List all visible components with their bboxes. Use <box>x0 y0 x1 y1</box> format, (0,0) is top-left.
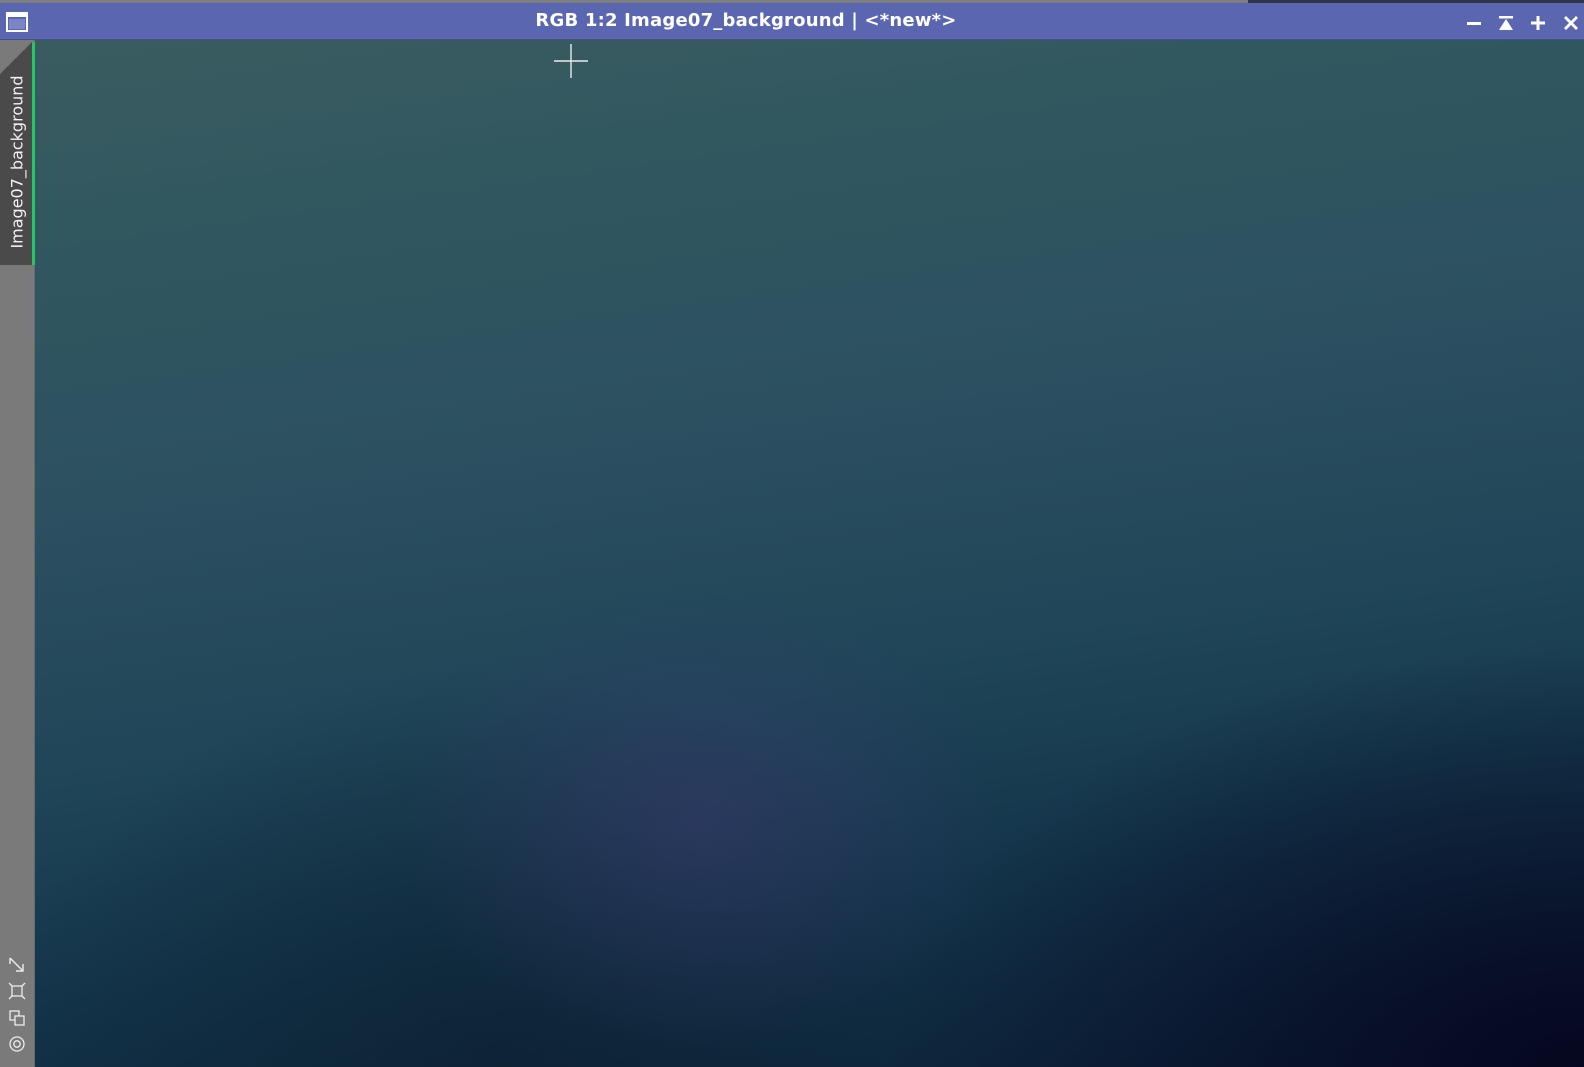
view-tab-label: Image07_background <box>7 75 27 249</box>
fit-view-icon <box>8 982 26 1000</box>
view-sidebar: Image07_background <box>0 40 35 1067</box>
clone-button[interactable] <box>7 1008 27 1028</box>
arrow-diagonal-button[interactable] <box>7 955 27 975</box>
view-tab[interactable]: Image07_background <box>0 42 35 265</box>
maximize-icon <box>1531 16 1545 30</box>
close-button[interactable] <box>1560 12 1582 34</box>
target-button[interactable] <box>7 1034 27 1054</box>
title-bar[interactable]: RGB 1:2 Image07_background | <*new*> <box>0 3 1584 40</box>
shade-up-icon <box>1499 16 1513 30</box>
minimize-icon <box>1467 22 1481 25</box>
close-icon <box>1564 16 1578 30</box>
fit-view-button[interactable] <box>7 981 27 1001</box>
image-window: RGB 1:2 Image07_background | <*new*> Ima… <box>0 0 1584 1067</box>
maximize-button[interactable] <box>1527 12 1549 34</box>
target-icon <box>9 1036 25 1052</box>
image-canvas[interactable] <box>35 40 1584 1067</box>
shade-button[interactable] <box>1495 12 1517 34</box>
arrow-diagonal-icon <box>9 957 24 972</box>
crosshair-icon <box>554 44 588 78</box>
window-title: RGB 1:2 Image07_background | <*new*> <box>535 10 957 31</box>
clone-icon <box>9 1010 25 1026</box>
minimize-button[interactable] <box>1463 12 1485 34</box>
